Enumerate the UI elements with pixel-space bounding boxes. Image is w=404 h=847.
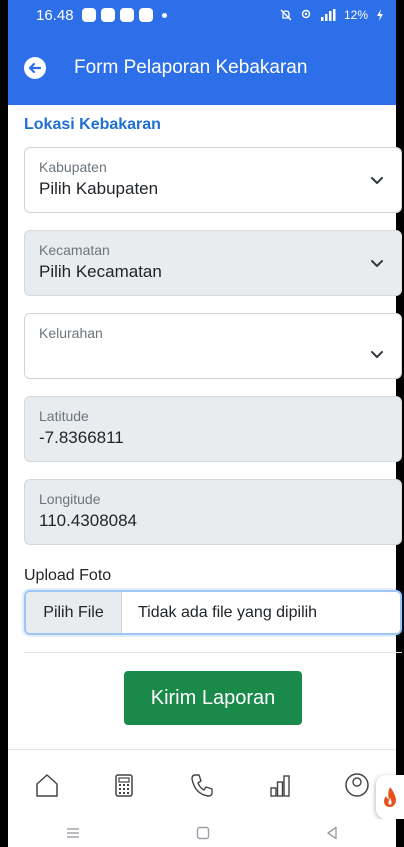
- section-title: Lokasi Kebakaran: [24, 116, 161, 133]
- kabupaten-label: Kabupaten: [39, 159, 107, 175]
- latitude-label: Latitude: [39, 408, 89, 424]
- chevron-down-icon: [371, 177, 383, 184]
- upload-foto-label: Upload Foto: [24, 567, 112, 584]
- bottom-nav: [8, 749, 396, 819]
- kabupaten-select[interactable]: Kabupaten Pilih Kabupaten: [24, 147, 402, 213]
- status-right-icons: 12%: [280, 8, 384, 22]
- more-notifications-dot-icon: [161, 12, 167, 18]
- file-status-text: Tidak ada file yang dipilih: [138, 603, 318, 621]
- calculator-icon[interactable]: [109, 770, 139, 800]
- video-notification-icon: [100, 8, 115, 22]
- kecamatan-value: Pilih Kecamatan: [39, 262, 162, 281]
- kelurahan-label: Kelurahan: [39, 325, 103, 341]
- status-time: 16.48: [36, 6, 74, 24]
- status-bar: 16.48 12%: [8, 0, 396, 30]
- longitude-label: Longitude: [39, 491, 101, 507]
- chevron-down-icon: [371, 260, 383, 267]
- notification-icons: [81, 8, 167, 22]
- kelurahan-select[interactable]: Kelurahan: [24, 313, 402, 379]
- profile-icon[interactable]: [342, 770, 372, 800]
- kecamatan-select[interactable]: Kecamatan Pilih Kecamatan: [24, 230, 402, 296]
- location-icon: [301, 9, 311, 19]
- fire-report-button[interactable]: [376, 775, 404, 819]
- back-button-icon[interactable]: [326, 826, 338, 840]
- system-nav-bar: [8, 819, 396, 847]
- mute-icon: [280, 9, 292, 21]
- chevron-down-icon: [371, 351, 383, 358]
- kabupaten-value: Pilih Kabupaten: [39, 179, 159, 198]
- file-upload-input[interactable]: Pilih File Tidak ada file yang dipilih: [24, 590, 402, 635]
- home-icon[interactable]: [32, 770, 62, 800]
- back-arrow-icon[interactable]: [24, 56, 46, 79]
- app-notification-icon: [81, 8, 96, 22]
- calendar-notification-icon: [119, 8, 134, 22]
- bar-chart-icon[interactable]: [265, 770, 295, 800]
- divider: [24, 652, 402, 653]
- page-title: Form Pelaporan Kebakaran: [74, 56, 308, 78]
- fire-icon: [384, 787, 396, 807]
- longitude-field: Longitude 110.4308084: [24, 479, 402, 545]
- app-bar: Form Pelaporan Kebakaran: [8, 30, 396, 105]
- phone-icon[interactable]: [187, 770, 217, 800]
- latitude-value: -7.8366811: [39, 428, 124, 447]
- battery-percent: 12%: [343, 8, 368, 22]
- chat-notification-icon: [138, 8, 153, 22]
- home-button-icon[interactable]: [196, 826, 210, 840]
- longitude-value: 110.4308084: [39, 511, 138, 530]
- submit-report-button[interactable]: Kirim Laporan: [124, 671, 302, 725]
- signal-icon: [320, 9, 336, 21]
- choose-file-button[interactable]: Pilih File: [26, 592, 122, 633]
- recent-apps-icon[interactable]: [66, 827, 80, 839]
- screen-edge-left: [0, 0, 8, 847]
- charging-icon: [377, 9, 383, 21]
- latitude-field: Latitude -7.8366811: [24, 396, 402, 462]
- kecamatan-label: Kecamatan: [39, 242, 110, 258]
